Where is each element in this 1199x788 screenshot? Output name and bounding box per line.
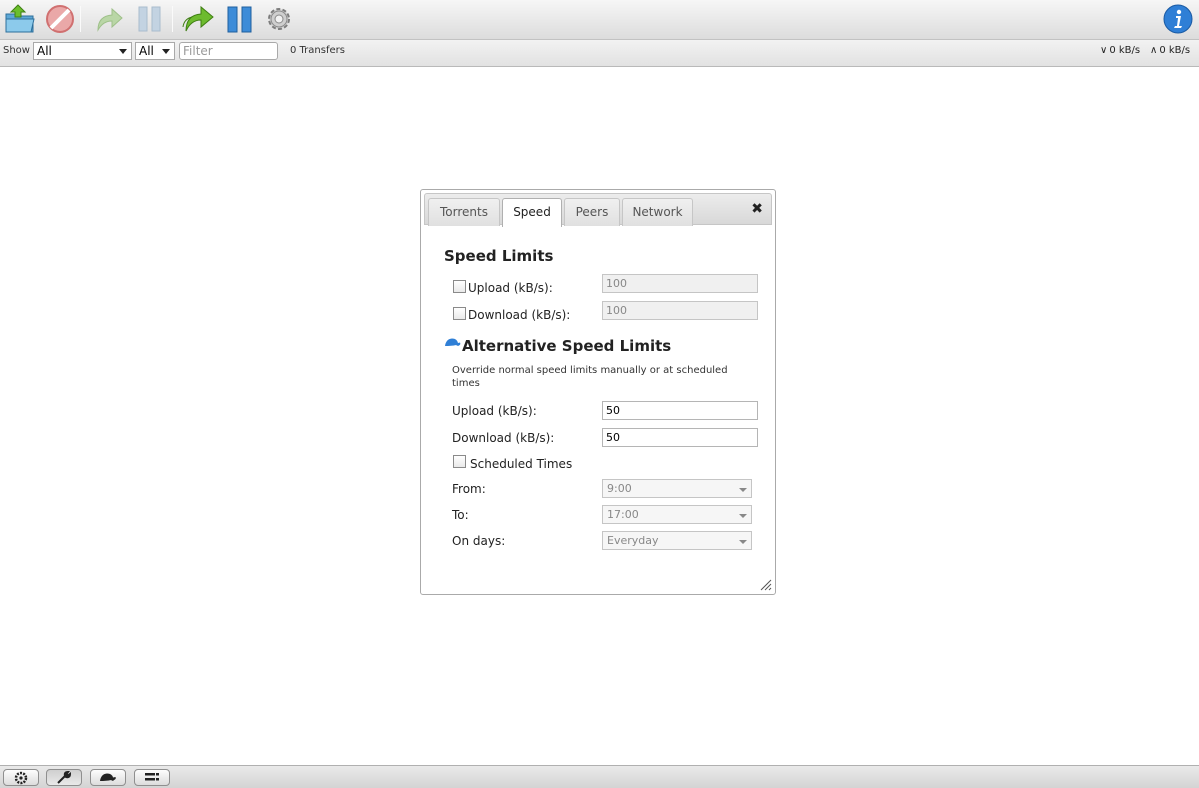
chevron-down-icon: ∨ — [1100, 45, 1108, 56]
pause-icon[interactable] — [133, 3, 167, 35]
compact-view-button[interactable] — [134, 769, 170, 786]
chevron-down-icon — [739, 540, 747, 544]
transfers-count: 0 Transfers — [290, 45, 345, 56]
tab-torrents[interactable]: Torrents — [428, 198, 500, 226]
show-label: Show — [3, 45, 30, 56]
resize-grip-icon[interactable] — [760, 579, 772, 591]
tab-network[interactable]: Network — [622, 198, 693, 226]
remove-torrent-icon[interactable] — [43, 3, 77, 35]
download-speed: ∨ 0 kB/s — [1100, 45, 1140, 56]
alt-speed-title: Alternative Speed Limits — [462, 337, 672, 355]
from-time-value: 9:00 — [607, 482, 632, 495]
turtle-icon — [445, 338, 461, 346]
preferences-icon[interactable] — [262, 3, 296, 35]
to-time-select[interactable]: 17:00 — [602, 505, 752, 524]
dialog-tab-bar: Torrents Speed Peers Network ✖ — [424, 193, 772, 227]
on-days-label: On days: — [452, 534, 506, 548]
gear-icon — [14, 771, 28, 785]
chevron-down-icon — [162, 49, 170, 54]
upload-speed: ∧ 0 kB/s — [1150, 45, 1190, 56]
filter-bar: Show All All 0 Transfers ∨0 kB/s ∧0 kB/s — [0, 40, 1199, 67]
close-icon[interactable]: ✖ — [751, 200, 763, 218]
tab-speed[interactable]: Speed — [502, 198, 562, 227]
state-filter-select[interactable]: All — [33, 42, 132, 60]
list-icon — [145, 773, 159, 781]
chevron-down-icon — [119, 49, 127, 54]
preferences-button[interactable] — [46, 769, 82, 786]
download-limit-label: Download (kB/s): — [468, 308, 571, 322]
alt-speed-description: Override normal speed limits manually or… — [452, 365, 728, 389]
download-limit-field[interactable]: 100 — [602, 301, 758, 320]
upload-limit-label: Upload (kB/s): — [468, 281, 553, 295]
alt-download-label: Download (kB/s): — [452, 431, 555, 445]
about-icon[interactable] — [1161, 3, 1195, 35]
alt-upload-field[interactable]: 50 — [602, 401, 758, 420]
on-days-select[interactable]: Everyday — [602, 531, 752, 550]
speed-limits-title: Speed Limits — [444, 247, 554, 265]
from-time-select[interactable]: 9:00 — [602, 479, 752, 498]
upload-limit-field[interactable]: 100 — [602, 274, 758, 293]
tracker-filter-value: All — [139, 44, 154, 58]
settings-menu-button[interactable] — [3, 769, 39, 786]
alt-upload-label: Upload (kB/s): — [452, 404, 537, 418]
turtle-icon — [100, 773, 116, 781]
open-torrent-icon[interactable] — [3, 3, 37, 35]
turtle-mode-button[interactable] — [90, 769, 126, 786]
preferences-dialog: Torrents Speed Peers Network ✖ Speed Lim… — [420, 189, 776, 595]
from-label: From: — [452, 482, 486, 496]
pause-all-icon[interactable] — [223, 3, 257, 35]
scheduled-times-checkbox[interactable] — [453, 455, 466, 468]
chevron-down-icon — [739, 488, 747, 492]
filter-input[interactable] — [179, 42, 278, 60]
tab-peers[interactable]: Peers — [564, 198, 620, 226]
alt-download-field[interactable]: 50 — [602, 428, 758, 447]
wrench-icon — [57, 771, 72, 784]
start-all-icon[interactable] — [182, 3, 216, 35]
on-days-value: Everyday — [607, 534, 659, 547]
bottom-bar — [0, 765, 1199, 788]
upload-limit-checkbox[interactable] — [453, 280, 466, 293]
toolbar — [0, 0, 1199, 40]
to-label: To: — [452, 508, 469, 522]
scheduled-times-label: Scheduled Times — [470, 457, 573, 471]
chevron-up-icon: ∧ — [1150, 45, 1158, 56]
chevron-down-icon — [739, 514, 747, 518]
start-icon[interactable] — [92, 3, 126, 35]
upload-speed-value: 0 kB/s — [1159, 45, 1191, 56]
state-filter-value: All — [37, 44, 52, 58]
download-speed-value: 0 kB/s — [1109, 45, 1141, 56]
tracker-filter-select[interactable]: All — [135, 42, 175, 60]
to-time-value: 17:00 — [607, 508, 639, 521]
download-limit-checkbox[interactable] — [453, 307, 466, 320]
